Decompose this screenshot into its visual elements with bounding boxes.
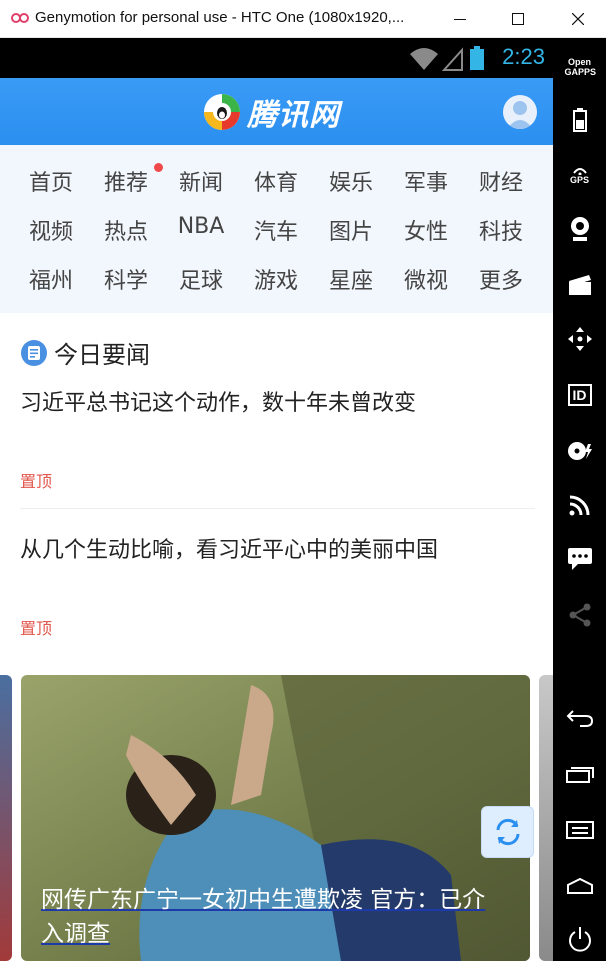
nav-item-tupian[interactable]: 图片 <box>321 214 381 246</box>
back-arrow-icon <box>566 710 593 727</box>
recent-apps-icon <box>565 767 594 783</box>
back-button[interactable] <box>553 702 606 734</box>
disk-icon <box>567 442 592 460</box>
nav-item-tuijian[interactable]: 推荐 <box>96 165 156 197</box>
carousel-prev-peek[interactable] <box>0 675 12 961</box>
close-button[interactable] <box>548 0 606 38</box>
rss-icon <box>569 495 589 516</box>
opengapps-label: Open GAPPS <box>564 57 597 77</box>
nav-item-nvxing[interactable]: 女性 <box>396 214 456 246</box>
close-icon <box>572 13 584 25</box>
nav-item-qiche[interactable]: 汽车 <box>246 214 306 246</box>
channel-nav: 首页 推荐 新闻 体育 娱乐 军事 财经 视频 热点 NBA 汽车 图片 女性 … <box>0 145 553 313</box>
pinned-tag-1: 置顶 <box>20 472 53 491</box>
webcam-button[interactable] <box>553 212 606 246</box>
news-divider <box>20 508 535 509</box>
nav-item-caijing[interactable]: 财经 <box>471 165 531 197</box>
android-status-bar: 2:23 <box>0 38 553 78</box>
maximize-icon <box>512 13 524 25</box>
news-headline-2[interactable]: 从几个生动比喻，看习近平心中的美丽中国 <box>20 532 438 564</box>
refresh-button[interactable] <box>481 806 534 858</box>
nav-item-weishi[interactable]: 微视 <box>396 263 456 295</box>
share-icon <box>569 603 590 627</box>
nav-item-yule[interactable]: 娱乐 <box>321 165 381 197</box>
app-header: 腾讯网 <box>0 78 553 145</box>
status-time: 2:23 <box>502 44 545 69</box>
nav-item-youxi[interactable]: 游戏 <box>246 263 306 295</box>
device-id-label: ID <box>567 384 592 406</box>
gps-button[interactable]: GPS <box>553 158 606 192</box>
nav-item-fuzhou[interactable]: 福州 <box>21 263 81 295</box>
window-title: Genymotion for personal use - HTC One (1… <box>35 9 405 26</box>
news-doc-icon <box>21 339 47 366</box>
qq-penguin-logo-icon <box>204 94 240 130</box>
user-avatar[interactable] <box>503 95 537 129</box>
news-headline-1[interactable]: 习近平总书记这个动作，数十年未曾改变 <box>20 385 416 417</box>
home-button[interactable] <box>553 870 606 902</box>
tencent-news-app: 腾讯网 首页 推荐 新闻 体育 娱乐 军事 财经 视频 热点 NBA 汽车 图片 <box>0 78 553 961</box>
power-button[interactable] <box>553 922 606 956</box>
recent-apps-button[interactable] <box>553 758 606 790</box>
pinned-tag-2: 置顶 <box>20 619 53 638</box>
power-icon <box>568 927 591 952</box>
nav-item-nba[interactable]: NBA <box>171 214 231 239</box>
menu-icon <box>565 821 594 839</box>
sms-button[interactable] <box>553 542 606 576</box>
nav-item-xinwen[interactable]: 新闻 <box>171 165 231 197</box>
carousel-caption: 网传广东广宁一女初中生遭欺凌 官方：已介入调查 <box>41 887 486 947</box>
section-title-text: 今日要闻 <box>54 341 150 369</box>
disk-io-button[interactable] <box>553 434 606 468</box>
webcam-icon <box>570 217 589 241</box>
message-icon <box>567 548 592 570</box>
maximize-button[interactable] <box>488 0 548 38</box>
nav-item-keji[interactable]: 科技 <box>471 214 531 246</box>
recommend-badge-dot <box>154 163 163 172</box>
device-id-button[interactable]: ID <box>553 378 606 412</box>
battery-widget-icon <box>572 108 587 132</box>
clapperboard-icon <box>568 275 591 295</box>
refresh-icon <box>496 818 519 846</box>
emulator-sidebar: Open GAPPS GPS ID <box>553 38 606 961</box>
nav-item-junshi[interactable]: 军事 <box>396 165 456 197</box>
share-button[interactable] <box>553 598 606 632</box>
genymotion-logo-icon <box>11 13 29 23</box>
carousel-next-peek[interactable] <box>539 675 553 961</box>
nav-item-kexue[interactable]: 科学 <box>96 263 156 295</box>
section-title: 今日要闻 <box>20 335 150 370</box>
news-carousel-card[interactable]: 网传广东广宁一女初中生遭欺凌 官方：已介入调查 <box>21 675 530 961</box>
nav-item-shipin[interactable]: 视频 <box>21 214 81 246</box>
gps-label: GPS <box>569 175 589 185</box>
screencast-button[interactable] <box>553 268 606 302</box>
logo-text: 腾讯网 <box>247 98 340 133</box>
opengapps-button[interactable]: Open GAPPS <box>553 52 606 82</box>
nav-item-zuqiu[interactable]: 足球 <box>171 263 231 295</box>
device-screen: 2:23 腾讯网 首页 推荐 新闻 体育 娱乐 军事 财经 视频 热点 NBA … <box>0 38 553 961</box>
gps-signal-icon <box>572 168 587 175</box>
nav-item-tiyu[interactable]: 体育 <box>246 165 306 197</box>
minimize-button[interactable] <box>430 0 490 38</box>
window-titlebar: Genymotion for personal use - HTC One (1… <box>0 0 606 38</box>
battery-icon <box>470 46 484 70</box>
wifi-icon <box>410 47 463 71</box>
network-button[interactable] <box>553 488 606 522</box>
battery-widget-button[interactable] <box>553 104 606 136</box>
move-arrows-icon <box>567 327 592 351</box>
remote-control-button[interactable] <box>553 322 606 356</box>
nav-item-redian[interactable]: 热点 <box>96 214 156 246</box>
nav-item-gengduo[interactable]: 更多 <box>471 263 531 295</box>
qq-logo[interactable]: 腾讯网 <box>203 90 340 134</box>
nav-item-xingzuo[interactable]: 星座 <box>321 263 381 295</box>
menu-button[interactable] <box>553 814 606 846</box>
minimize-icon <box>454 19 466 20</box>
user-avatar-icon <box>507 101 533 129</box>
home-icon <box>566 877 593 894</box>
nav-item-shouye[interactable]: 首页 <box>21 165 81 197</box>
